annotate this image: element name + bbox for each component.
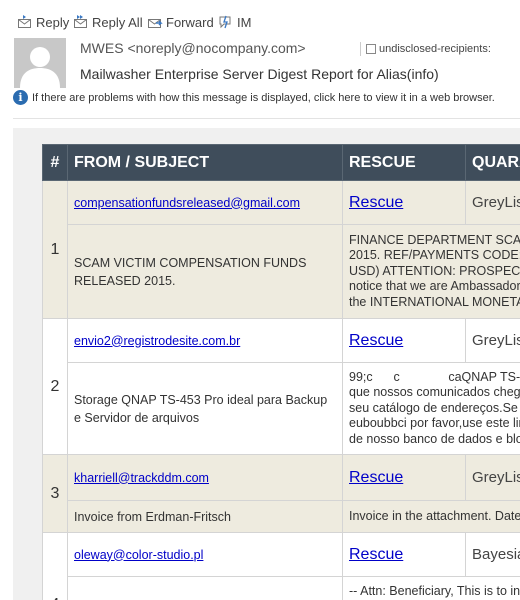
sender-avatar bbox=[14, 38, 66, 88]
quarantine-reason: GreyList bbox=[465, 180, 520, 225]
from-cell: compensationfundsreleased@gmail.com bbox=[67, 180, 343, 225]
row-number: 2 bbox=[42, 318, 68, 455]
digest-table: # FROM / SUBJECT RESCUE QUARANTINE 1 com… bbox=[42, 144, 520, 600]
forward-label: Forward bbox=[166, 14, 214, 30]
from-cell: oleway@color-studio.pl bbox=[67, 532, 343, 577]
im-label: IM bbox=[237, 14, 252, 30]
reply-all-label: Reply All bbox=[92, 14, 143, 30]
table-row-detail: SCAM VICTIM COMPENSATION FUNDS RELEASED … bbox=[43, 224, 520, 319]
from-cell: envio2@registrodesite.com.br bbox=[67, 318, 343, 363]
rescue-cell: Rescue bbox=[342, 454, 466, 501]
info-bar[interactable]: i If there are problems with how this me… bbox=[13, 90, 495, 105]
rescue-link[interactable]: Rescue bbox=[349, 194, 403, 211]
recipient-label: undisclosed-recipients: bbox=[379, 43, 491, 55]
recipient-divider bbox=[360, 42, 361, 56]
row-number: 3 bbox=[42, 454, 68, 533]
table-row-detail: -- Attn: Beneficiary, This is to inform … bbox=[43, 576, 520, 600]
reply-all-button[interactable]: Reply All bbox=[73, 13, 143, 31]
rescue-cell: Rescue bbox=[342, 180, 466, 225]
reply-button[interactable]: Reply bbox=[17, 13, 69, 31]
subject-cell: Storage QNAP TS-453 Pro ideal para Backu… bbox=[67, 362, 343, 455]
quarantine-reason: Bayesian bbox=[465, 532, 520, 577]
preview-cell: Invoice in the attachment. Date: 06/01/2… bbox=[342, 500, 520, 533]
table-header-row: # FROM / SUBJECT RESCUE QUARANTINE bbox=[42, 144, 520, 181]
rescue-cell: Rescue bbox=[342, 318, 466, 363]
rescue-cell: Rescue bbox=[342, 532, 466, 577]
person-silhouette-icon bbox=[20, 47, 60, 88]
header-divider bbox=[13, 118, 520, 119]
column-header-quarantine: QUARANTINE bbox=[465, 144, 520, 181]
table-row-detail: Storage QNAP TS-453 Pro ideal para Backu… bbox=[43, 362, 520, 455]
table-row: 4 oleway@color-studio.pl Rescue Bayesian bbox=[42, 532, 520, 600]
info-icon: i bbox=[13, 90, 28, 105]
rescue-link[interactable]: Rescue bbox=[349, 332, 403, 349]
reply-icon bbox=[18, 15, 31, 28]
column-header-from-subject: FROM / SUBJECT bbox=[67, 144, 343, 181]
rescue-link[interactable]: Rescue bbox=[349, 546, 403, 563]
sender-link[interactable]: envio2@registrodesite.com.br bbox=[74, 334, 240, 348]
info-bar-text: If there are problems with how this mess… bbox=[32, 91, 495, 104]
from-cell: kharriell@trackddm.com bbox=[67, 454, 343, 501]
message-body: # FROM / SUBJECT RESCUE QUARANTINE 1 com… bbox=[13, 128, 520, 600]
table-row: 2 envio2@registrodesite.com.br Rescue Gr… bbox=[42, 318, 520, 455]
column-header-num: # bbox=[42, 144, 68, 181]
table-row: 3 kharriell@trackddm.com Rescue GreyList bbox=[42, 454, 520, 533]
preview-cell: 99;c c caQNAP TS-453 Pro Caso que nossos… bbox=[342, 362, 520, 455]
recipients[interactable]: undisclosed-recipients: bbox=[360, 42, 491, 56]
quarantine-reason: GreyList bbox=[465, 454, 520, 501]
row-number: 4 bbox=[42, 532, 68, 600]
recipient-checkbox-icon bbox=[366, 44, 376, 54]
row-number: 1 bbox=[42, 180, 68, 319]
column-header-rescue: RESCUE bbox=[342, 144, 466, 181]
forward-icon bbox=[148, 19, 163, 28]
quarantine-reason: GreyList bbox=[465, 318, 520, 363]
reply-all-icon bbox=[74, 15, 87, 28]
sender-address[interactable]: MWES <noreply@nocompany.com> bbox=[80, 40, 306, 56]
subject-cell bbox=[67, 576, 343, 600]
sender-link[interactable]: compensationfundsreleased@gmail.com bbox=[74, 196, 300, 210]
im-icon bbox=[219, 15, 231, 29]
sender-link[interactable]: kharriell@trackddm.com bbox=[74, 471, 209, 485]
preview-cell: FINANCE DEPARTMENT SCAM VICTIM COMPENSAT… bbox=[342, 224, 520, 319]
message-toolbar: Reply Reply All Forward IM bbox=[0, 8, 520, 36]
sender-link[interactable]: oleway@color-studio.pl bbox=[74, 548, 203, 562]
message-header: MWES <noreply@nocompany.com> undisclosed… bbox=[0, 34, 520, 92]
message-subject: Mailwasher Enterprise Server Digest Repo… bbox=[80, 66, 439, 82]
subject-cell: Invoice from Erdman-Fritsch bbox=[67, 500, 343, 533]
rescue-link[interactable]: Rescue bbox=[349, 469, 403, 486]
forward-button[interactable]: Forward bbox=[147, 13, 214, 31]
im-button[interactable]: IM bbox=[218, 13, 251, 31]
table-row-detail: Invoice from Erdman-Fritsch Invoice in t… bbox=[43, 500, 520, 533]
table-row: 1 compensationfundsreleased@gmail.com Re… bbox=[42, 180, 520, 319]
subject-cell: SCAM VICTIM COMPENSATION FUNDS RELEASED … bbox=[67, 224, 343, 319]
reply-label: Reply bbox=[36, 14, 70, 30]
preview-cell: -- Attn: Beneficiary, This is to inform … bbox=[342, 576, 520, 600]
